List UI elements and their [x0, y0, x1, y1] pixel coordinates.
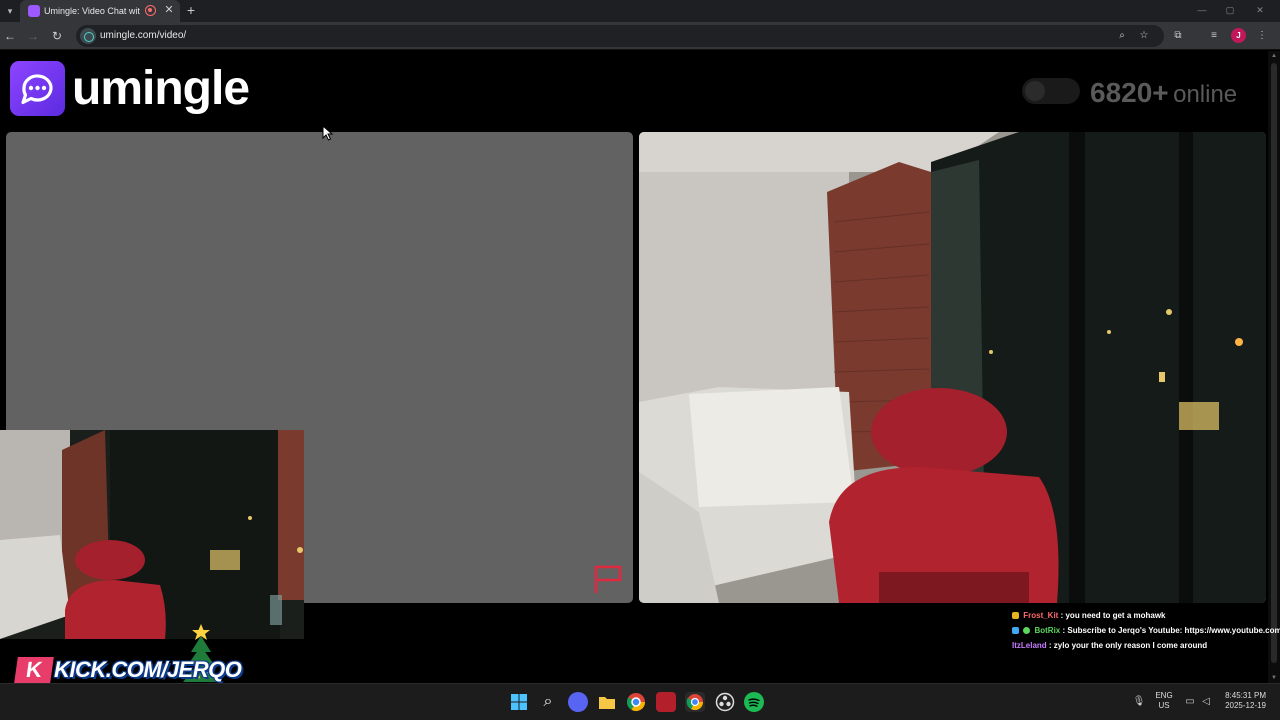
chat-message: ItzLeland : zylo your the only reason I … — [1012, 638, 1280, 653]
browser-tab-bar: ▾ Umingle: Video Chat with S ✕ + — ▢ ✕ — [0, 0, 1280, 22]
language-code: ENG — [1155, 691, 1173, 700]
obs-icon[interactable] — [715, 692, 735, 712]
clock-date: 2025-12-19 — [1225, 701, 1266, 710]
discord-icon[interactable] — [568, 692, 588, 712]
theme-toggle[interactable] — [1022, 78, 1080, 104]
chat-username: ItzLeland — [1012, 641, 1047, 650]
chat-text: : you need to get a mohawk — [1060, 611, 1166, 620]
tab-search-icon[interactable]: ▾ — [2, 3, 18, 19]
chrome-active-icon[interactable] — [685, 692, 705, 712]
webcam-overlay — [0, 430, 304, 639]
scroll-thumb[interactable] — [1271, 63, 1277, 663]
microphone-icon[interactable]: 🎙 — [1132, 695, 1146, 709]
mouse-cursor-icon — [322, 125, 334, 141]
clock[interactable]: 8:45:31 PM 2025-12-19 — [1216, 691, 1266, 711]
voicemeeter-icon[interactable] — [656, 692, 676, 712]
region-code: US — [1158, 701, 1170, 710]
scroll-down-icon[interactable]: ▼ — [1268, 673, 1280, 683]
brand-wordmark[interactable]: umingle — [72, 59, 250, 119]
verified-badge-icon — [1023, 627, 1031, 634]
search-icon[interactable]: ⌕ — [538, 692, 558, 712]
spotify-icon[interactable] — [744, 692, 764, 712]
chat-username: BotRix — [1034, 626, 1061, 635]
back-arrow-icon[interactable]: ← — [2, 28, 18, 44]
close-window-icon[interactable]: ✕ — [1250, 2, 1270, 18]
report-flag-icon[interactable] — [592, 564, 626, 594]
self-camera-panel — [639, 132, 1266, 603]
chat-message: BotRix : Subscribe to Jerqo's Youtube: h… — [1012, 623, 1280, 638]
chat-text: : zylo your the only reason I come aroun… — [1048, 641, 1208, 650]
media-control-icon[interactable]: ≡ — [1206, 28, 1222, 44]
tab-close-icon[interactable]: ✕ — [162, 3, 176, 17]
chat-username: Frost_Kit — [1023, 611, 1059, 620]
volume-icon[interactable]: ◁ — [1199, 695, 1213, 709]
sub-badge-icon — [1012, 612, 1019, 619]
chat-message: Frost_Kit : you need to get a mohawk — [1012, 608, 1280, 623]
reload-icon[interactable]: ↻ — [49, 28, 65, 44]
network-icon[interactable]: ▭ — [1183, 695, 1197, 709]
address-bar[interactable]: umingle.com/video/ ⌕ ☆ — [76, 25, 1164, 47]
webcam-image — [0, 430, 304, 639]
page-scrollbar[interactable]: ▲ ▼ — [1268, 51, 1280, 683]
stream-chat-overlay: Frost_Kit : you need to get a mohawk Bot… — [1012, 608, 1280, 656]
kebab-menu-icon[interactable]: ⋮ — [1254, 28, 1270, 44]
extensions-icon[interactable]: ⧉ — [1170, 28, 1186, 44]
recording-indicator-icon — [145, 5, 156, 16]
maximize-window-icon[interactable]: ▢ — [1220, 2, 1240, 18]
bot-badge-icon — [1012, 627, 1019, 634]
site-info-icon[interactable] — [80, 28, 96, 44]
umingle-favicon-icon — [28, 5, 40, 17]
clock-time: 8:45:31 PM — [1225, 691, 1266, 700]
new-tab-button[interactable]: + — [183, 2, 199, 18]
online-count: 6820+ — [1090, 77, 1169, 108]
profile-avatar[interactable]: J — [1231, 28, 1246, 43]
url-text[interactable]: umingle.com/video/ — [100, 29, 186, 43]
chat-text: : Subscribe to Jerqo's Youtube: https://… — [1062, 626, 1280, 635]
windows-taskbar: ⌕ 🎙 ENG US ▭ ◁ 8:45:31 PM 2025-12-19 — [0, 683, 1280, 720]
forward-arrow-icon[interactable]: → — [25, 28, 41, 44]
zoom-icon[interactable]: ⌕ — [1114, 28, 1130, 44]
scroll-up-icon[interactable]: ▲ — [1268, 51, 1280, 61]
windows-start-icon[interactable] — [509, 692, 529, 712]
minimize-window-icon[interactable]: — — [1192, 2, 1212, 18]
umingle-logo-icon[interactable] — [10, 61, 65, 116]
browser-toolbar: ← → ↻ umingle.com/video/ ⌕ ☆ ⧉ ≡ J ⋮ — [0, 22, 1280, 50]
file-explorer-icon[interactable] — [597, 692, 617, 712]
language-indicator[interactable]: ENG US — [1152, 691, 1176, 711]
chrome-icon[interactable] — [626, 692, 646, 712]
room-camera-image — [639, 132, 1266, 603]
tab-title: Umingle: Video Chat with S — [44, 6, 140, 16]
browser-tab-umingle[interactable]: Umingle: Video Chat with S ✕ — [20, 0, 180, 22]
kick-url-text: KICK.COM/JERQO — [54, 657, 242, 682]
online-counter: 6820+ online — [1090, 75, 1237, 116]
online-label: online — [1173, 81, 1238, 108]
kick-logo-icon: K — [14, 657, 54, 683]
bookmark-star-icon[interactable]: ☆ — [1136, 28, 1152, 44]
